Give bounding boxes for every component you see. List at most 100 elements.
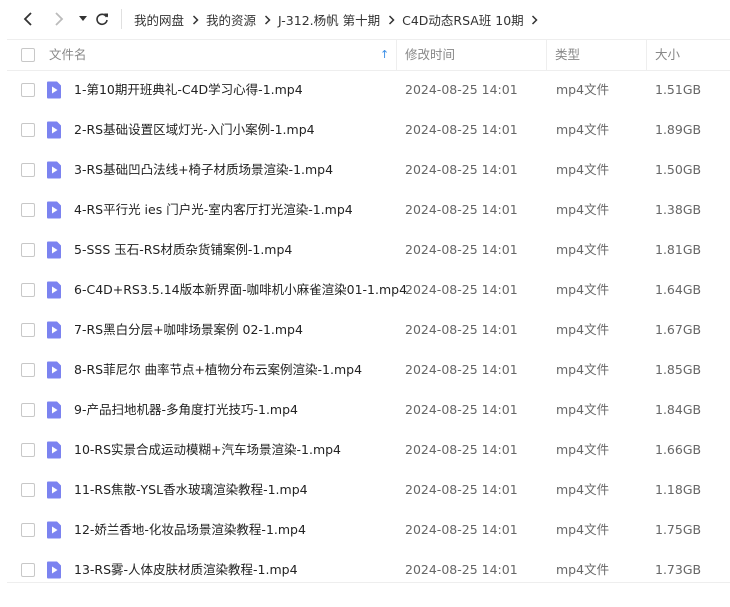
column-header-name[interactable]: 文件名: [49, 40, 87, 70]
row-checkbox[interactable]: [21, 203, 35, 217]
file-type: mp4文件: [556, 402, 610, 417]
row-checkbox[interactable]: [21, 163, 35, 177]
file-size: 1.73GB: [655, 562, 702, 577]
toolbar: 我的网盘 我的资源 J-312.杨帆 第十期 C4D动态RSA班 10期: [0, 0, 730, 38]
back-button[interactable]: [18, 9, 38, 29]
row-checkbox[interactable]: [21, 483, 35, 497]
file-type: mp4文件: [556, 562, 610, 577]
file-name[interactable]: 13-RS雾-人体皮肤材质渲染教程-1.mp4: [74, 550, 298, 590]
file-modified-time: 2024-08-25 14:01: [405, 562, 518, 577]
row-checkbox[interactable]: [21, 523, 35, 537]
row-checkbox[interactable]: [21, 283, 35, 297]
file-row[interactable]: 2-RS基础设置区域灯光-入门小案例-1.mp4 2024-08-25 14:01…: [0, 110, 730, 150]
file-size: 1.89GB: [655, 122, 702, 137]
toolbar-divider: [121, 9, 122, 29]
file-name[interactable]: 7-RS黑白分层+咖啡场景案例 02-1.mp4: [74, 310, 303, 350]
file-row[interactable]: 13-RS雾-人体皮肤材质渲染教程-1.mp4 2024-08-25 14:01 m…: [0, 550, 730, 590]
row-checkbox[interactable]: [21, 563, 35, 577]
list-bottom-divider: [7, 582, 730, 583]
column-header-modified[interactable]: 修改时间: [405, 40, 455, 70]
video-file-icon: [46, 441, 62, 462]
breadcrumb-item-current-folder[interactable]: C4D动态RSA班 10期: [402, 10, 524, 29]
file-list-header: 文件名 ↑ 修改时间 类型 大小: [7, 39, 730, 71]
video-file-icon: [46, 281, 62, 302]
file-modified-time: 2024-08-25 14:01: [405, 442, 518, 457]
row-checkbox[interactable]: [21, 83, 35, 97]
column-header-type[interactable]: 类型: [555, 40, 580, 70]
row-checkbox[interactable]: [21, 403, 35, 417]
file-name[interactable]: 2-RS基础设置区域灯光-入门小案例-1.mp4: [74, 110, 315, 150]
file-name[interactable]: 11-RS焦散-YSL香水玻璃渲染教程-1.mp4: [74, 470, 308, 510]
file-size: 1.84GB: [655, 402, 702, 417]
refresh-icon: [96, 13, 108, 26]
forward-button[interactable]: [49, 9, 69, 29]
file-name[interactable]: 10-RS实景合成运动模糊+汽车场景渲染-1.mp4: [74, 430, 341, 470]
file-name[interactable]: 8-RS菲尼尔 曲率节点+植物分布云案例渲染-1.mp4: [74, 350, 362, 390]
file-row[interactable]: 9-产品扫地机器-多角度打光技巧-1.mp4 2024-08-25 14:01 mp…: [0, 390, 730, 430]
file-type: mp4文件: [556, 82, 610, 97]
chevron-right-icon: [256, 12, 278, 27]
file-modified-time: 2024-08-25 14:01: [405, 402, 518, 417]
file-name[interactable]: 1-第10期开班典礼-C4D学习心得-1.mp4: [74, 70, 303, 110]
file-row[interactable]: 12-娇兰香地-化妆品场景渲染教程-1.mp4 2024-08-25 14:01 m…: [0, 510, 730, 550]
file-type: mp4文件: [556, 202, 610, 217]
column-header-size[interactable]: 大小: [655, 40, 680, 70]
breadcrumb-item-my-drive[interactable]: 我的网盘: [134, 10, 184, 29]
caret-down-icon: [79, 16, 87, 21]
file-row[interactable]: 6-C4D+RS3.5.14版本新界面-咖啡机小麻雀渲染01-1.mp4 2024…: [0, 270, 730, 310]
column-divider[interactable]: [546, 40, 547, 70]
file-row[interactable]: 8-RS菲尼尔 曲率节点+植物分布云案例渲染-1.mp4 2024-08-25 1…: [0, 350, 730, 390]
video-file-icon: [46, 521, 62, 542]
row-checkbox[interactable]: [21, 363, 35, 377]
file-name[interactable]: 4-RS平行光 ies 门户光-室内客厅打光渲染-1.mp4: [74, 190, 353, 230]
row-checkbox[interactable]: [21, 123, 35, 137]
breadcrumb-item-my-resources[interactable]: 我的资源: [206, 10, 256, 29]
file-type: mp4文件: [556, 122, 610, 137]
file-row[interactable]: 10-RS实景合成运动模糊+汽车场景渲染-1.mp4 2024-08-25 14:…: [0, 430, 730, 470]
file-modified-time: 2024-08-25 14:01: [405, 322, 518, 337]
file-row[interactable]: 1-第10期开班典礼-C4D学习心得-1.mp4 2024-08-25 14:01…: [0, 70, 730, 110]
file-row[interactable]: 5-SSS 玉石-RS材质杂货铺案例-1.mp4 2024-08-25 14:01…: [0, 230, 730, 270]
file-modified-time: 2024-08-25 14:01: [405, 482, 518, 497]
refresh-button[interactable]: [92, 9, 112, 29]
file-modified-time: 2024-08-25 14:01: [405, 242, 518, 257]
file-type: mp4文件: [556, 322, 610, 337]
file-size: 1.64GB: [655, 282, 702, 297]
video-file-icon: [46, 401, 62, 422]
file-row[interactable]: 4-RS平行光 ies 门户光-室内客厅打光渲染-1.mp4 2024-08-25…: [0, 190, 730, 230]
file-size: 1.75GB: [655, 522, 702, 537]
chevron-right-icon: [380, 12, 402, 27]
column-divider[interactable]: [396, 40, 397, 70]
file-list: 1-第10期开班典礼-C4D学习心得-1.mp4 2024-08-25 14:01…: [0, 70, 730, 590]
file-modified-time: 2024-08-25 14:01: [405, 162, 518, 177]
file-name[interactable]: 12-娇兰香地-化妆品场景渲染教程-1.mp4: [74, 510, 306, 550]
file-size: 1.18GB: [655, 482, 702, 497]
chevron-right-icon: [184, 12, 206, 27]
video-file-icon: [46, 481, 62, 502]
select-all-checkbox[interactable]: [21, 48, 35, 62]
file-name[interactable]: 3-RS基础凹凸法线+椅子材质场景渲染-1.mp4: [74, 150, 333, 190]
sort-ascending-icon[interactable]: ↑: [380, 40, 389, 70]
video-file-icon: [46, 201, 62, 222]
row-checkbox[interactable]: [21, 443, 35, 457]
file-size: 1.81GB: [655, 242, 702, 257]
column-divider[interactable]: [646, 40, 647, 70]
video-file-icon: [46, 361, 62, 382]
file-type: mp4文件: [556, 362, 610, 377]
file-row[interactable]: 3-RS基础凹凸法线+椅子材质场景渲染-1.mp4 2024-08-25 14:0…: [0, 150, 730, 190]
video-file-icon: [46, 561, 62, 582]
row-checkbox[interactable]: [21, 243, 35, 257]
breadcrumb-item-course-folder[interactable]: J-312.杨帆 第十期: [278, 10, 380, 29]
breadcrumb: 我的网盘 我的资源 J-312.杨帆 第十期 C4D动态RSA班 10期: [134, 0, 546, 38]
row-checkbox[interactable]: [21, 323, 35, 337]
file-name[interactable]: 6-C4D+RS3.5.14版本新界面-咖啡机小麻雀渲染01-1.mp4: [74, 270, 407, 310]
video-file-icon: [46, 121, 62, 142]
video-file-icon: [46, 161, 62, 182]
chevron-right-icon: [55, 12, 64, 26]
file-row[interactable]: 11-RS焦散-YSL香水玻璃渲染教程-1.mp4 2024-08-25 14:0…: [0, 470, 730, 510]
file-row[interactable]: 7-RS黑白分层+咖啡场景案例 02-1.mp4 2024-08-25 14:01…: [0, 310, 730, 350]
history-dropdown-button[interactable]: [73, 9, 93, 29]
file-name[interactable]: 9-产品扫地机器-多角度打光技巧-1.mp4: [74, 390, 298, 430]
file-name[interactable]: 5-SSS 玉石-RS材质杂货铺案例-1.mp4: [74, 230, 292, 270]
chevron-left-icon: [23, 12, 32, 26]
